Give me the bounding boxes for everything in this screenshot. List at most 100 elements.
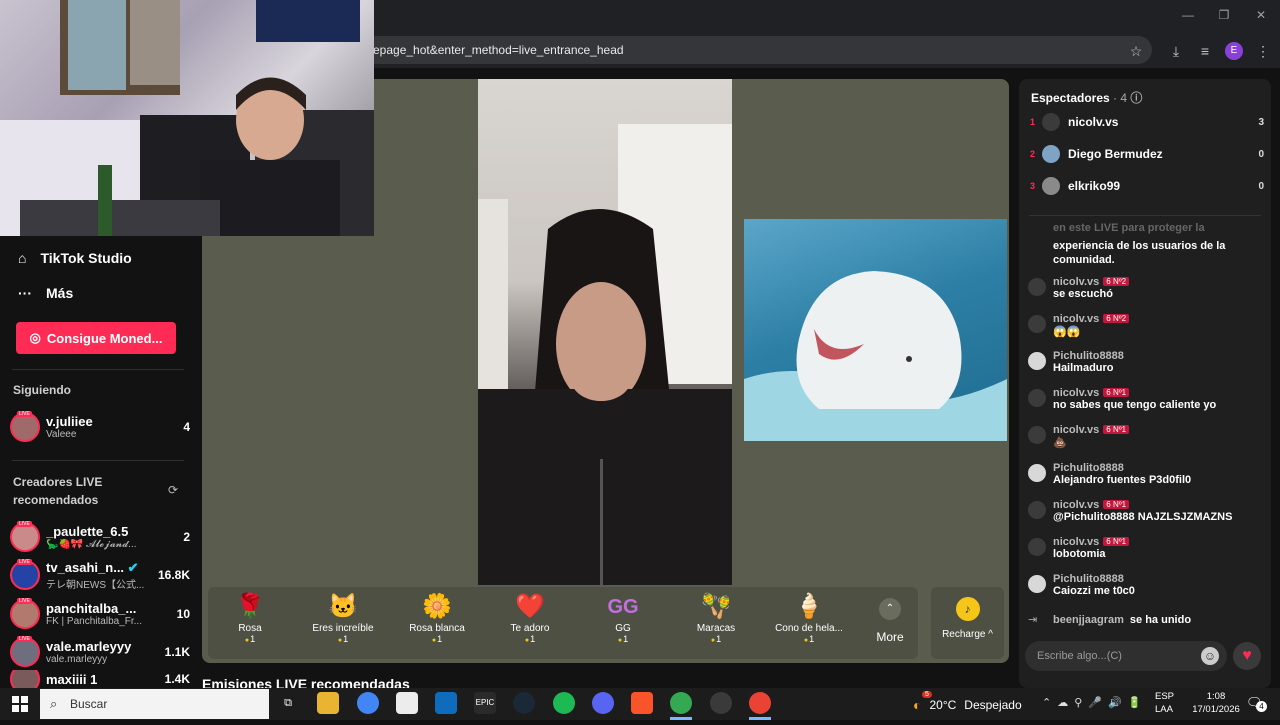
help-icon[interactable]: ⓘ <box>1130 91 1142 105</box>
notifications-icon[interactable]: 🗨 4 <box>1246 695 1267 712</box>
discord-icon[interactable] <box>592 692 614 714</box>
sidebar-creator[interactable]: maxiiii 1 1.4K <box>10 670 190 688</box>
gift-price: 1 <box>205 634 295 644</box>
weather-widget[interactable]: ◐ 5 20°C Despejado <box>913 691 1022 713</box>
enter-icon: ⇥ <box>1028 614 1038 626</box>
chrome-profile-icon[interactable] <box>670 692 692 714</box>
chat-text: Hailmaduro <box>1053 362 1114 374</box>
creator-subtitle: vale.marleyyy <box>46 654 108 665</box>
like-heart-button[interactable]: ♥ <box>1233 642 1261 670</box>
gift-item[interactable]: 🌹 Rosa 1 <box>205 591 295 657</box>
store-icon[interactable] <box>396 692 418 714</box>
gift-item[interactable]: 🍦 Cono de hela... 1 <box>764 591 854 657</box>
task-view-icon[interactable]: ⧉ <box>277 692 299 714</box>
chat-username[interactable]: nicolv.vs <box>1053 313 1099 325</box>
home-icon: ⌂ <box>18 250 27 266</box>
kebab-menu-icon[interactable]: ⋮ <box>1254 42 1272 60</box>
avatar <box>1028 315 1046 333</box>
verified-icon: ✔ <box>127 559 139 575</box>
chat-username[interactable]: beenjjaagram <box>1053 614 1124 626</box>
chat-username[interactable]: Pichulito8888 <box>1053 573 1124 585</box>
viewer-row[interactable]: 3 elkriko99 0 <box>1030 175 1264 197</box>
viewer-rank: 3 <box>1030 181 1036 191</box>
recharge-button[interactable]: ♪ Recharge ^ <box>931 587 1004 659</box>
restore-icon[interactable]: ❐ <box>1214 8 1234 24</box>
creator-subtitle: Valeee <box>46 429 77 440</box>
gift-price: 1 <box>578 634 668 644</box>
steam-icon[interactable] <box>513 692 535 714</box>
more-gifts-button[interactable]: ⌃ More <box>870 596 910 652</box>
chat-username[interactable]: nicolv.vs <box>1053 499 1099 511</box>
viewer-row[interactable]: 1 nicolv.vs 3 <box>1030 111 1264 133</box>
chat-message: nicolv.vs 6 Nº1 💩 <box>1028 424 1264 449</box>
gift-item[interactable]: 🐱 Eres increíble 1 <box>298 591 388 657</box>
chat-message: Pichulito8888 Caiozzi me t0c0 <box>1028 573 1264 597</box>
file-explorer-icon[interactable] <box>317 692 339 714</box>
fan-level-badge: 6 Nº1 <box>1103 537 1130 546</box>
creator-name: maxiiii 1 <box>46 671 98 687</box>
creator-subtitle: 🦕🍓🎀 𝓐𝓵𝓮𝓳𝓪𝓷𝓭... <box>46 539 137 550</box>
sidebar-creator[interactable]: LIVE v.juliiee Valeee 4 <box>10 409 190 445</box>
weather-text: Despejado <box>964 698 1022 712</box>
sidebar-creator[interactable]: LIVE _paulette_6.5 🦕🍓🎀 𝓐𝓵𝓮𝓳𝓪𝓷𝓭... 2 <box>10 519 190 555</box>
windows-start-icon[interactable] <box>0 688 40 720</box>
gift-item[interactable]: GG GG 1 <box>578 591 668 657</box>
system-tray-icons[interactable]: ⌃☁⚲🎤🔊🔋 <box>1042 696 1147 709</box>
sidebar-creator[interactable]: LIVE tv_asahi_n... ✔ テレ朝NEWS【公式... 16.8K <box>10 557 190 593</box>
clock-time: 1:08 <box>1206 691 1226 702</box>
chat-username[interactable]: Pichulito8888 <box>1053 350 1124 362</box>
chat-username[interactable]: nicolv.vs <box>1053 276 1099 288</box>
language-indicator[interactable]: ESP LAA <box>1155 690 1174 716</box>
chat-username[interactable]: Pichulito8888 <box>1053 462 1124 474</box>
sidebar-divider <box>12 369 184 370</box>
minimize-icon[interactable]: — <box>1178 8 1198 24</box>
epic-games-icon[interactable]: EPIC <box>474 692 496 714</box>
brave-icon[interactable] <box>631 692 653 714</box>
download-icon[interactable]: ⤓ <box>1167 42 1185 60</box>
gift-price: 1 <box>298 634 388 644</box>
chrome-icon[interactable] <box>357 692 379 714</box>
chat-username[interactable]: nicolv.vs <box>1053 424 1099 436</box>
sidebar-item-more[interactable]: ··· Más <box>18 279 73 307</box>
chat-text: @Pichulito8888 NAJZLSJZMAZNS <box>1053 511 1233 523</box>
bookmark-star-icon[interactable]: ☆ <box>1127 42 1145 60</box>
sidebar-creator[interactable]: LIVE vale.marleyyy vale.marleyyy 1.1K <box>10 634 190 670</box>
emoji-icon[interactable]: ☺ <box>1201 647 1219 665</box>
more-label: More <box>876 630 904 644</box>
profile-avatar[interactable]: E <box>1225 42 1243 60</box>
chat-username[interactable]: nicolv.vs <box>1053 536 1099 548</box>
chat-message: nicolv.vs 6 Nº1 @Pichulito8888 NAJZLSJZMA… <box>1028 499 1264 523</box>
avatar <box>1028 389 1046 407</box>
chrome-active-icon[interactable] <box>749 692 771 714</box>
webcam-scene <box>0 0 374 236</box>
chat-message: nicolv.vs 6 Nº2 se escuchó <box>1028 276 1264 300</box>
taskbar-search[interactable]: ⌕ Buscar <box>40 689 269 719</box>
chat-username[interactable]: nicolv.vs <box>1053 387 1099 399</box>
obs-icon[interactable] <box>710 692 732 714</box>
get-coins-button[interactable]: ◎ Consigue Moned... <box>16 322 176 354</box>
viewer-count: 2 <box>183 530 190 544</box>
close-icon[interactable]: ✕ <box>1251 8 1271 24</box>
sidebar-item-studio[interactable]: ⌂ TikTok Studio <box>18 244 132 272</box>
gift-icon: 🐱 <box>328 593 358 620</box>
gift-item[interactable]: 🌼 Rosa blanca 1 <box>392 591 482 657</box>
gift-icon: 🌹 <box>235 593 265 620</box>
clock[interactable]: 1:08 17/01/2026 <box>1192 690 1240 716</box>
viewer-row[interactable]: 2 Diego Bermudez 0 <box>1030 143 1264 165</box>
chat-input[interactable]: Escribe algo...(C) <box>1025 641 1227 671</box>
gift-item[interactable]: 🪇 Maracas 1 <box>671 591 761 657</box>
mail-icon[interactable] <box>435 692 457 714</box>
chevron-up-icon: ⌃ <box>879 598 901 620</box>
media-control-icon[interactable]: ≡ <box>1196 42 1214 60</box>
gift-name: Rosa <box>238 623 262 634</box>
gift-item[interactable]: ❤️ Te adoro 1 <box>485 591 575 657</box>
refresh-icon[interactable]: ⟳ <box>168 483 178 497</box>
chat-message: nicolv.vs 6 Nº1 no sabes que tengo calien… <box>1028 387 1264 411</box>
lang-bottom: LAA <box>1155 704 1173 715</box>
sidebar-creator[interactable]: LIVE panchitalba_... FK | Panchitalba_Fr… <box>10 596 190 632</box>
gift-price: 1 <box>764 634 854 644</box>
spotify-icon[interactable] <box>553 692 575 714</box>
viewers-count: · 4 <box>1113 91 1128 105</box>
url-text: epage_hot&enter_method=live_entrance_hea… <box>373 43 624 57</box>
avatar <box>10 670 40 688</box>
